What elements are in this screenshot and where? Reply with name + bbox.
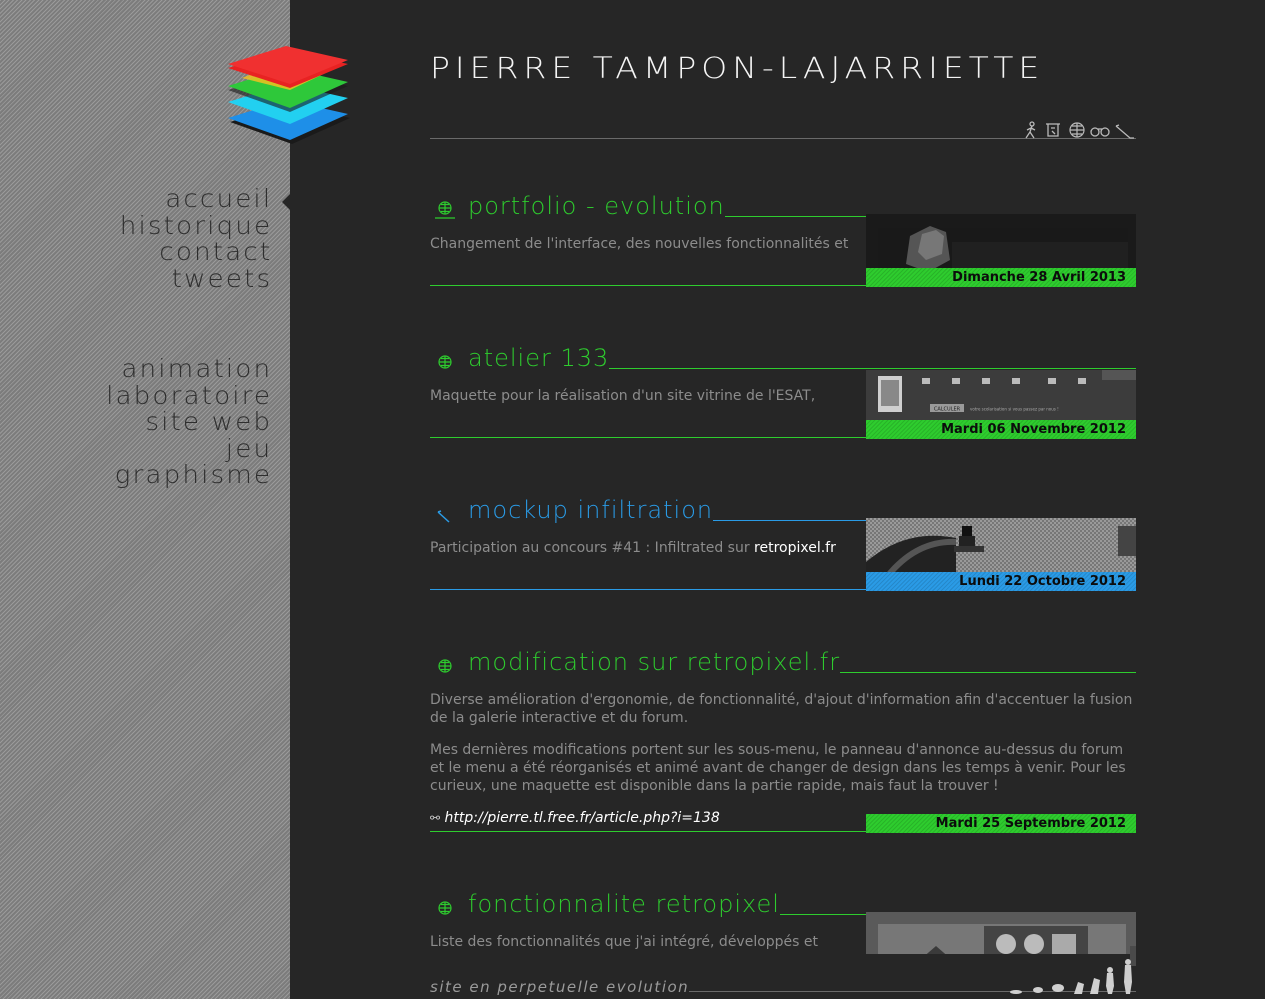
post-title-row[interactable]: modification sur retropixel.fr bbox=[430, 644, 1136, 676]
post-thumbnail[interactable] bbox=[866, 518, 1136, 578]
post-bottom-rule bbox=[430, 831, 866, 832]
post-excerpt-text: Participation au concours #41 : Infiltra… bbox=[430, 540, 755, 556]
globe-icon bbox=[438, 355, 452, 369]
thumbnail-caption: votre scolarisation si vous passez par n… bbox=[970, 407, 1059, 412]
post-thumbnail[interactable] bbox=[866, 912, 1136, 954]
post-link-row: ⚯ http://pierre.tl.free.fr/article.php?i… bbox=[430, 810, 720, 826]
sidebar: accueil historique contact tweets animat… bbox=[0, 0, 350, 999]
post-bottom-rule bbox=[430, 589, 866, 590]
post: fonctionnalite retropixel Liste des fonc… bbox=[430, 886, 1136, 954]
post-date: Mardi 25 Septembre 2012 bbox=[866, 814, 1136, 833]
post-body: Diverse amélioration d'ergonomie, de fon… bbox=[430, 691, 1136, 809]
post-excerpt: Participation au concours #41 : Infiltra… bbox=[430, 539, 852, 557]
logo-layers-icon bbox=[228, 46, 350, 144]
post-bottom-rule bbox=[430, 285, 866, 286]
pencil-icon bbox=[437, 510, 450, 523]
nav-item-contact[interactable]: contact bbox=[120, 238, 272, 266]
post-excerpt: Maquette pour la réalisation d'un site v… bbox=[430, 388, 816, 404]
site-web-icon[interactable] bbox=[1069, 122, 1085, 138]
chain-link-icon: ⚯ bbox=[430, 811, 441, 825]
post-thumbnail[interactable] bbox=[866, 214, 1136, 275]
post-date: Mardi 06 Novembre 2012 bbox=[866, 420, 1136, 439]
post-date: Dimanche 28 Avril 2013 bbox=[866, 268, 1136, 287]
post-excerpt: Changement de l'interface, des nouvelles… bbox=[430, 236, 849, 252]
post-paragraph: Mes dernières modifications portent sur … bbox=[430, 742, 1126, 794]
post-paragraph: Diverse amélioration d'ergonomie, de fon… bbox=[430, 692, 1133, 726]
laboratoire-icon[interactable] bbox=[1046, 123, 1060, 137]
animation-icon[interactable] bbox=[1025, 121, 1036, 139]
nav-item-laboratoire[interactable]: laboratoire bbox=[106, 382, 272, 410]
post-excerpt: Liste des fonctionnalités que j'ai intég… bbox=[430, 934, 819, 950]
post-title[interactable]: portfolio - evolution bbox=[468, 192, 725, 220]
post-title-row[interactable]: atelier 133 bbox=[430, 340, 1136, 372]
category-nav: animation laboratoire site web jeu graph… bbox=[106, 355, 272, 489]
category-icons-strip bbox=[1025, 121, 1134, 139]
post-title[interactable]: atelier 133 bbox=[468, 344, 609, 372]
post-title[interactable]: mockup infiltration bbox=[468, 496, 713, 524]
active-nav-pointer bbox=[282, 193, 291, 211]
nav-item-graphisme[interactable]: graphisme bbox=[106, 461, 272, 489]
nav-item-tweets[interactable]: tweets bbox=[120, 265, 272, 293]
post-date: Lundi 22 Octobre 2012 bbox=[866, 572, 1136, 591]
post-bottom-rule bbox=[430, 437, 866, 438]
footer-text: site en perpetuelle evolution bbox=[430, 978, 690, 996]
site-title: PIERRE TAMPON-LAJARRIETTE bbox=[430, 50, 1045, 86]
globe-icon bbox=[438, 659, 452, 673]
nav-item-jeu[interactable]: jeu bbox=[106, 435, 272, 463]
main-nav: accueil historique contact tweets bbox=[120, 185, 272, 292]
graphisme-icon[interactable] bbox=[1115, 124, 1134, 139]
article-link[interactable]: http://pierre.tl.free.fr/article.php?i=1… bbox=[445, 810, 720, 826]
nav-item-site-web[interactable]: site web bbox=[106, 408, 272, 436]
thumbnail-button: CALCULER bbox=[934, 407, 961, 413]
retropixel-link[interactable]: retropixel.fr bbox=[754, 540, 836, 556]
post-thumbnail[interactable]: CALCULER votre scolarisation si vous pas… bbox=[866, 370, 1136, 426]
post-title[interactable]: fonctionnalite retropixel bbox=[468, 890, 780, 918]
globe-icon bbox=[438, 901, 452, 915]
jeu-icon[interactable] bbox=[1090, 127, 1110, 137]
nav-item-animation[interactable]: animation bbox=[106, 355, 272, 383]
title-underline bbox=[609, 368, 1136, 369]
globe-icon bbox=[435, 201, 455, 219]
evolution-icon bbox=[1010, 959, 1132, 994]
nav-item-accueil[interactable]: accueil bbox=[120, 185, 272, 213]
post-title[interactable]: modification sur retropixel.fr bbox=[468, 648, 840, 676]
nav-item-historique[interactable]: historique bbox=[120, 212, 272, 240]
title-underline bbox=[840, 672, 1136, 673]
